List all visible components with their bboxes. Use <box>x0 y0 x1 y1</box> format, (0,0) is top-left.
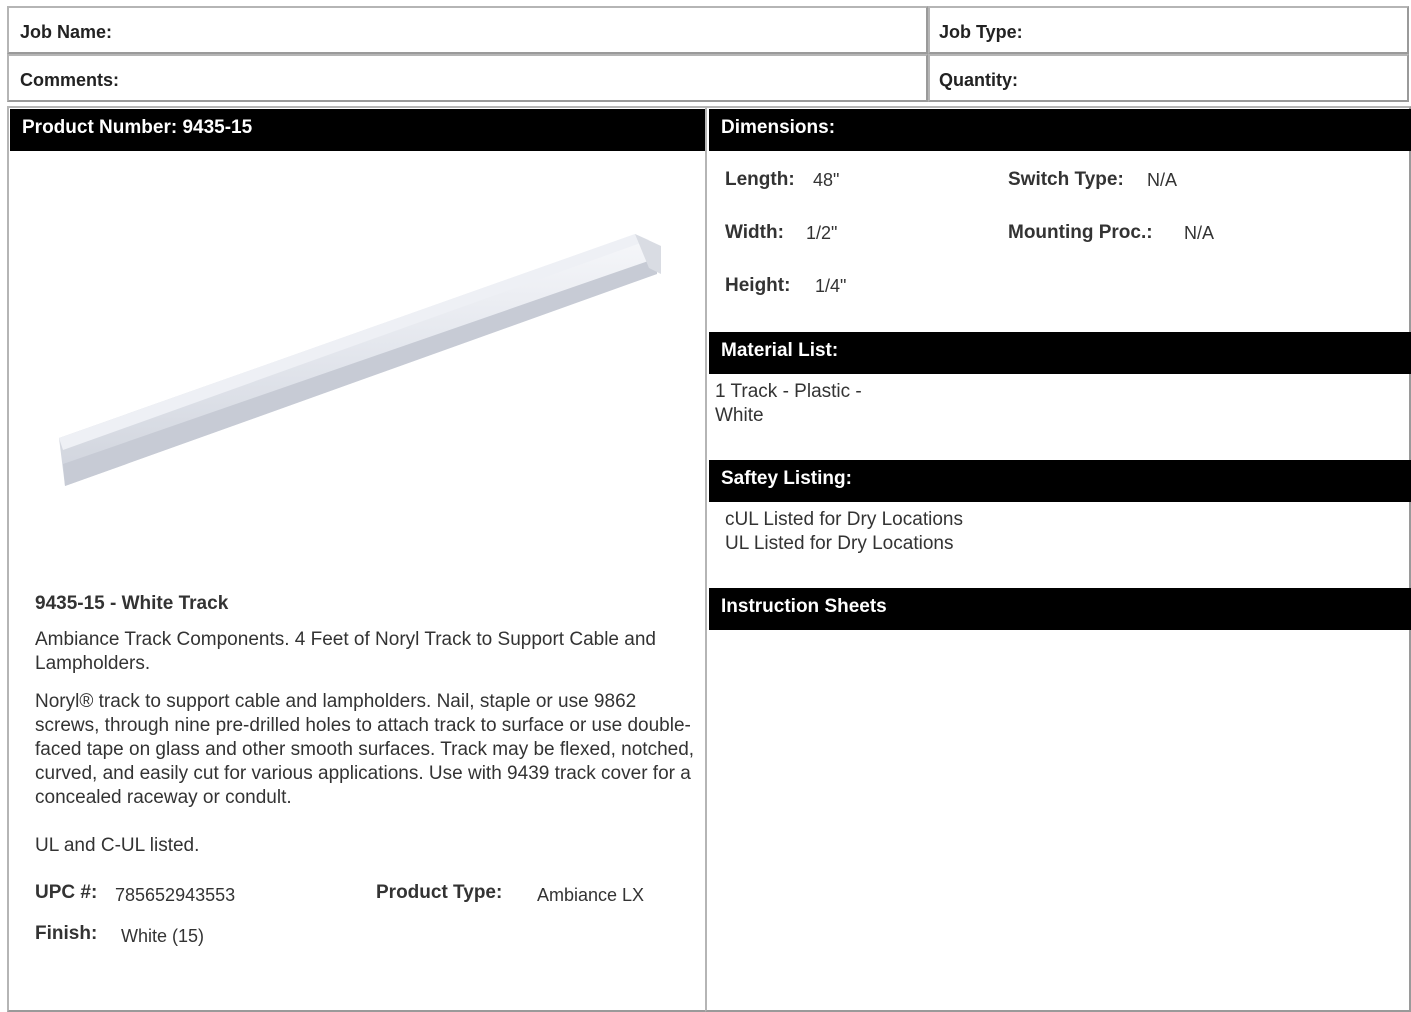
mounting-value: N/A <box>1184 223 1215 243</box>
product-image <box>59 234 661 486</box>
dimensions-bar: Dimensions: <box>709 109 1411 151</box>
safety-line-2: UL Listed for Dry Locations <box>725 533 954 554</box>
job-name-cell: Job Name: <box>7 6 928 54</box>
width-label: Width: <box>725 222 784 243</box>
long-description: Noryl® track to support cable and lampho… <box>35 691 695 808</box>
material-list-bar: Material List: <box>709 332 1411 374</box>
product-panel: Product Number: 9435-15 9435-15 - White … <box>7 106 707 1012</box>
height-value: 1/4" <box>815 276 847 296</box>
listing-note: UL and C-UL listed. <box>35 835 200 856</box>
finish-label: Finish: <box>35 923 98 944</box>
material-line-2: White <box>715 405 764 426</box>
switch-type-value: N/A <box>1147 170 1178 190</box>
job-type-label: Job Type: <box>939 22 1023 42</box>
material-line-1: 1 Track - Plastic - <box>715 381 862 402</box>
product-type-label: Product Type: <box>376 882 503 903</box>
short-description: Ambiance Track Components. 4 Feet of Nor… <box>35 629 656 674</box>
mounting-label: Mounting Proc.: <box>1008 222 1153 243</box>
product-type-value: Ambiance LX <box>537 885 645 905</box>
quantity-label: Quantity: <box>939 70 1018 90</box>
width-value: 1/2" <box>806 223 838 243</box>
length-value: 48" <box>813 170 840 190</box>
comments-label: Comments: <box>20 70 120 90</box>
quantity-cell: Quantity: <box>928 54 1409 102</box>
details-panel: Dimensions: Length: 48" Switch Type: N/A… <box>705 106 1411 1012</box>
comments-cell: Comments: <box>7 54 928 102</box>
instruction-sheets-bar[interactable]: Instruction Sheets <box>709 588 1411 630</box>
height-label: Height: <box>725 275 791 296</box>
finish-value: White (15) <box>121 926 205 946</box>
length-label: Length: <box>725 169 795 190</box>
safety-listing-bar: Saftey Listing: <box>709 460 1411 502</box>
safety-line-1: cUL Listed for Dry Locations <box>725 509 963 530</box>
job-type-cell: Job Type: <box>928 6 1409 54</box>
switch-type-label: Switch Type: <box>1008 169 1124 190</box>
product-number-bar: Product Number: 9435-15 <box>10 109 705 151</box>
job-name-label: Job Name: <box>20 22 113 42</box>
upc-value: 785652943553 <box>115 885 236 905</box>
product-title: 9435-15 - White Track <box>35 593 229 614</box>
upc-label: UPC #: <box>35 882 98 903</box>
